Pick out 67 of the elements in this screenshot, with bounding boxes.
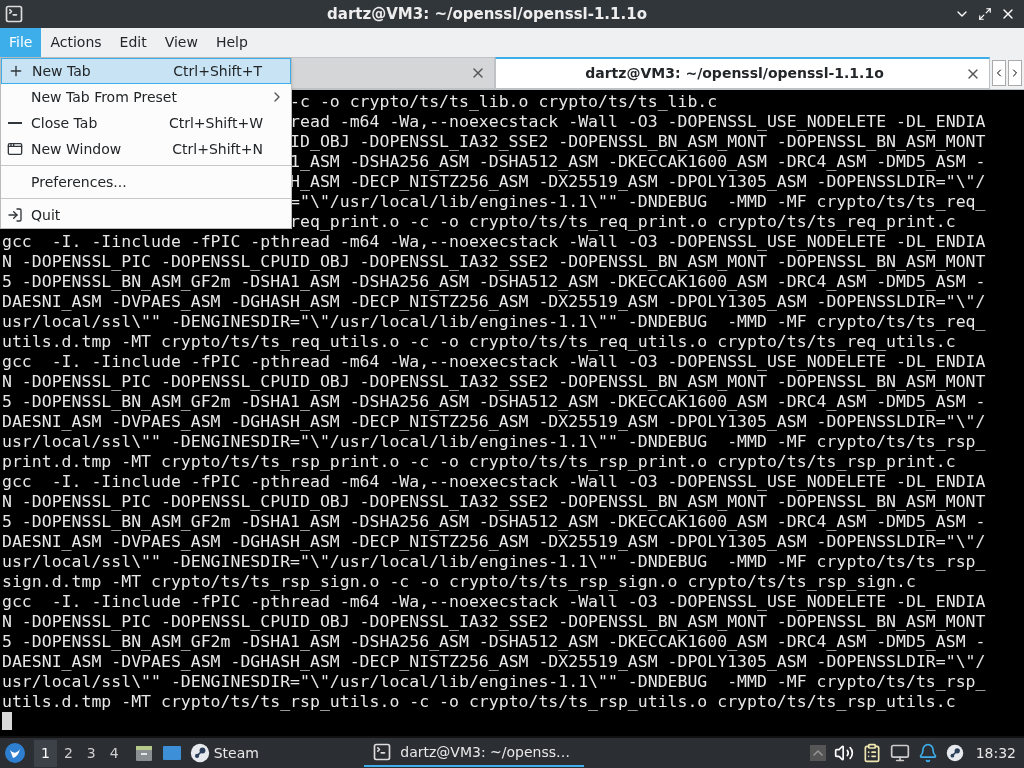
volume-icon[interactable] [833, 743, 854, 763]
terminal-line: gcc -I. -Iinclude -fPIC -pthread -m64 -Wa,--noexecstack -Wall -O3 -DOPENSSL_USE_NODELETE -DL_ENDIA [2, 232, 986, 251]
terminal-line: ID_OBJ -DOPENSSL_IA32_SSE2 -DOPENSSL_BN_ASM_MONT -DOPENSSL_BN_ASM_MONT [290, 132, 986, 151]
tray-expand-icon[interactable] [809, 745, 826, 761]
terminal-line: N -DOPENSSL_PIC -DOPENSSL_CPUID_OBJ -DOPENSSL_IA32_SSE2 -DOPENSSL_BN_ASM_MONT -DOPENSSL_BN_ASM_MONT [2, 612, 986, 631]
terminal-line: 1_ASM -DSHA256_ASM -DSHA512_ASM -DKECCAK1600_ASM -DRC4_ASM -DMD5_ASM - [290, 152, 986, 171]
menu-entry[interactable]: New Tab Ctrl+Shift+T [1, 58, 291, 84]
terminal-line: 5 -DOPENSSL_BN_ASM_GF2m -DSHA1_ASM -DSHA256_ASM -DSHA512_ASM -DKECCAK1600_ASM -DRC4_ASM -DMD5_ASM - [2, 512, 986, 531]
desktop-icon[interactable] [161, 743, 182, 763]
notification-icon[interactable] [917, 743, 938, 763]
terminal-line: gcc -I. -Iinclude -fPIC -pthread -m64 -Wa,--noexecstack -Wall -O3 -DOPENSSL_USE_NODELETE -DL_ENDIA [2, 592, 986, 611]
minus-icon [8, 122, 22, 124]
taskbar-task[interactable]: dartz@VM3: ~/openss… [364, 739, 585, 767]
window-title: dartz@VM3: ~/openssl/openssl-1.1.1o [326, 3, 648, 25]
menu-entry[interactable]: New Tab From Preset [1, 84, 291, 110]
terminal-line: read -m64 -Wa,--noexecstack -Wall -O3 -DOPENSSL_USE_NODELETE -DL_ENDIA [290, 112, 986, 131]
workspace-switch[interactable]: 3 [79, 739, 103, 767]
terminal-line: DAESNI_ASM -DVPAES_ASM -DGHASH_ASM -DECP_NISTZ256_ASM -DX25519_ASM -DPOLY1305_ASM -DOPENSSLDIR="\"/ [2, 532, 986, 551]
steam-tray-icon [945, 744, 964, 762]
terminal-line: DAESNI_ASM -DVPAES_ASM -DGHASH_ASM -DECP_NISTZ256_ASM -DX25519_ASM -DPOLY1305_ASM -DOPENSSLDIR="\"/ [2, 292, 986, 311]
menu-item[interactable]: View [155, 28, 207, 57]
terminal-line: N -DOPENSSL_PIC -DOPENSSL_CPUID_OBJ -DOPENSSL_IA32_SSE2 -DOPENSSL_BN_ASM_MONT -DOPENSSL_BN_ASM_MONT [2, 252, 986, 271]
steam-launcher-label[interactable]: Steam [213, 742, 259, 764]
terminal-line: usr/local/ssl\"" -DENGINESDIR="\"/usr/local/lib/engines-1.1\"" -DNDEBUG -MMD -MF crypto/ts/ts_rsp_ [2, 432, 986, 451]
menu-entry[interactable]: Preferences... [1, 169, 291, 195]
maximize-icon[interactable] [978, 7, 992, 21]
menu-item[interactable]: Help [206, 28, 257, 57]
clock[interactable]: 18:32 [971, 742, 1020, 764]
terminal-line: N -DOPENSSL_PIC -DOPENSSL_CPUID_OBJ -DOPENSSL_IA32_SSE2 -DOPENSSL_BN_ASM_MONT -DOPENSSL_BN_ASM_MONT [2, 492, 986, 511]
terminal-line: usr/local/ssl\"" -DENGINESDIR="\"/usr/local/lib/engines-1.1\"" -DNDEBUG -MMD -MF crypto/ts/ts_rsp_ [2, 552, 986, 571]
terminal-line: gcc -I. -Iinclude -fPIC -pthread -m64 -Wa,--noexecstack -Wall -O3 -DOPENSSL_USE_NODELETE -DL_ENDIA [2, 472, 986, 491]
terminal-line: usr/local/ssl\"" -DENGINESDIR="\"/usr/local/lib/engines-1.1\"" -DNDEBUG -MMD -MF crypto/ts/ts_req_ [2, 312, 986, 331]
menu-item[interactable]: Edit [110, 28, 156, 57]
scroll-tabs-right-button[interactable] [1008, 60, 1022, 86]
terminal-line: 5 -DOPENSSL_BN_ASM_GF2m -DSHA1_ASM -DSHA256_ASM -DSHA512_ASM -DKECCAK1600_ASM -DRC4_ASM -DMD5_ASM - [2, 632, 986, 651]
start-menu-icon[interactable] [4, 742, 26, 764]
terminal-line: usr/local/ssl\"" -DENGINESDIR="\"/usr/local/lib/engines-1.1\"" -DNDEBUG -MMD -MF crypto/ts/ts_rsp_ [2, 672, 986, 691]
text-cursor [2, 712, 12, 730]
new-window-icon [7, 141, 23, 157]
terminal-line: DAESNI_ASM -DVPAES_ASM -DGHASH_ASM -DECP_NISTZ256_ASM -DX25519_ASM -DPOLY1305_ASM -DOPENSSLDIR="\"/ [2, 652, 986, 671]
terminal-line: ="\"/usr/local/lib/engines-1.1\"" -DNDEBUG -MMD -MF crypto/ts/ts_req_ [290, 192, 986, 211]
menu-entry[interactable]: New Window Ctrl+Shift+N [1, 136, 291, 162]
workspace-switch[interactable]: 2 [56, 739, 80, 767]
terminal-line: sign.d.tmp -MT crypto/ts/ts_rsp_sign.o -c -o crypto/ts/ts_rsp_sign.o crypto/ts/ts_rsp_sign.c [2, 572, 916, 591]
terminal-line: 5 -DOPENSSL_BN_ASM_GF2m -DSHA1_ASM -DSHA256_ASM -DSHA512_ASM -DKECCAK1600_ASM -DRC4_ASM -DMD5_ASM - [2, 392, 986, 411]
terminal-line: 5 -DOPENSSL_BN_ASM_GF2m -DSHA1_ASM -DSHA256_ASM -DSHA512_ASM -DKECCAK1600_ASM -DRC4_ASM -DMD5_ASM - [2, 272, 986, 291]
menu-entry[interactable]: Quit [1, 202, 291, 228]
terminal-line: print.d.tmp -MT crypto/ts/ts_rsp_print.o -c -o crypto/ts/ts_rsp_print.o crypto/ts/ts_rsp_print.c [2, 452, 956, 471]
terminal-tab[interactable]: dartz@VM3: ~/openssl/openssl-1.1.1o [495, 57, 990, 89]
menu-item[interactable]: Actions [41, 28, 111, 57]
terminal-line: gcc -I. -Iinclude -fPIC -pthread -m64 -Wa,--noexecstack -Wall -O3 -DOPENSSL_USE_NODELETE -DL_ENDIA [2, 352, 986, 371]
quit-icon [7, 207, 23, 223]
terminal-line: utils.d.tmp -MT crypto/ts/ts_req_utils.o -c -o crypto/ts/ts_req_utils.o crypto/ts/ts_req_utils.c [2, 332, 956, 351]
terminal-line: N -DOPENSSL_PIC -DOPENSSL_CPUID_OBJ -DOPENSSL_IA32_SSE2 -DOPENSSL_BN_ASM_MONT -DOPENSSL_BN_ASM_MONT [2, 372, 986, 391]
menu-entry[interactable]: Close Tab Ctrl+Shift+W [1, 110, 291, 136]
file-manager-icon[interactable] [133, 743, 154, 763]
terminal-line: DAESNI_ASM -DVPAES_ASM -DGHASH_ASM -DECP_NISTZ256_ASM -DX25519_ASM -DPOLY1305_ASM -DOPENSSLDIR="\"/ [2, 412, 986, 431]
workspace-switch[interactable]: 4 [102, 739, 126, 767]
terminal-line: -c -o crypto/ts/ts_lib.o crypto/ts/ts_lib.c [290, 92, 718, 111]
plus-icon [8, 63, 24, 79]
terminal-icon [372, 742, 393, 762]
terminal-line: utils.d.tmp -MT crypto/ts/ts_rsp_utils.o -c -o crypto/ts/ts_rsp_utils.o crypto/ts/ts_rsp_utils.c [2, 692, 956, 711]
terminal-icon [4, 4, 24, 24]
scroll-tabs-left-button[interactable] [992, 60, 1006, 86]
terminal-line: req_print.o -c -o crypto/ts/ts_req_print.o crypto/ts/ts_req_print.c [290, 212, 956, 231]
workspace-switch[interactable]: 1 [34, 739, 57, 767]
steam-icon [189, 743, 210, 763]
